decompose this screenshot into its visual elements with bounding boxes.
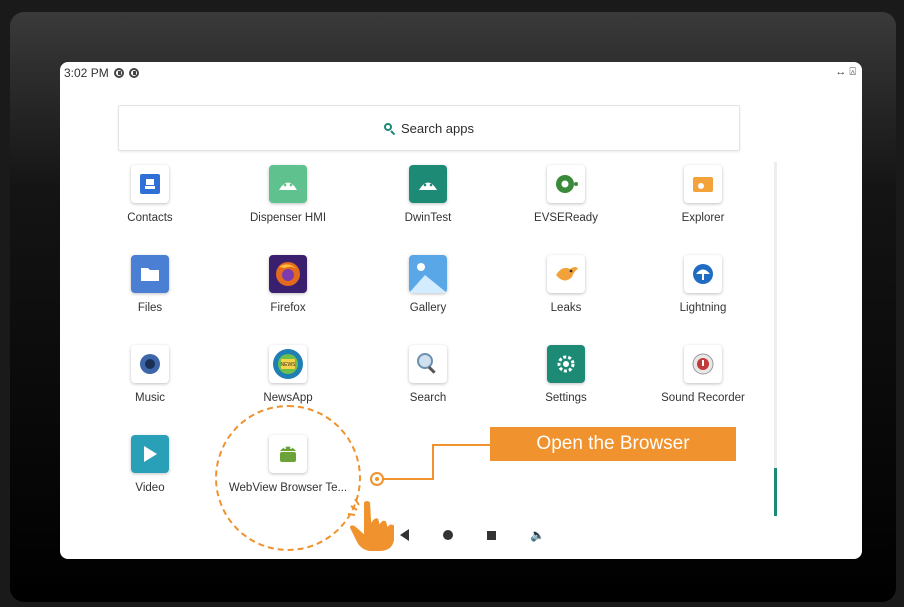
app-label: Dispenser HMI xyxy=(249,212,327,224)
app-video[interactable]: Video xyxy=(90,435,210,494)
app-label: Contacts xyxy=(127,212,173,224)
app-label: Explorer xyxy=(681,212,725,224)
status-bar: 3:02 PM xyxy=(64,66,139,80)
app-contacts[interactable]: Contacts xyxy=(90,165,210,224)
bird-icon xyxy=(547,255,585,293)
callout-connector xyxy=(383,478,433,480)
search-magnifier-icon xyxy=(409,345,447,383)
explorer-icon xyxy=(684,165,722,203)
app-dispenser-hmi[interactable]: Dispenser HMI xyxy=(228,165,348,224)
app-label: Gallery xyxy=(409,302,447,314)
callout-label: Open the Browser xyxy=(490,427,736,461)
gallery-icon xyxy=(409,255,447,293)
home-icon[interactable] xyxy=(443,530,453,540)
gear-plug-icon xyxy=(547,165,585,203)
contacts-icon xyxy=(131,165,169,203)
search-icon xyxy=(384,122,395,134)
callout-connector xyxy=(432,444,434,480)
app-label: Firefox xyxy=(270,302,306,314)
app-lightning[interactable]: Lightning xyxy=(643,255,763,314)
app-settings[interactable]: Settings xyxy=(506,345,626,404)
firefox-icon xyxy=(269,255,307,293)
svg-text:NEWS: NEWS xyxy=(281,362,297,368)
notification-icon xyxy=(113,68,124,78)
notification-icon xyxy=(128,68,139,78)
app-gallery[interactable]: Gallery xyxy=(368,255,488,314)
recorder-icon xyxy=(684,345,722,383)
lightning-icon xyxy=(684,255,722,293)
callout-anchor-dot xyxy=(370,472,384,486)
app-explorer[interactable]: Explorer xyxy=(643,165,763,224)
app-label: Leaks xyxy=(550,302,582,314)
navigation-bar: 🔈 xyxy=(400,528,545,542)
music-icon xyxy=(131,345,169,383)
app-search[interactable]: Search xyxy=(368,345,488,404)
callout-connector xyxy=(432,444,490,446)
app-label: Video xyxy=(135,482,165,494)
android-icon xyxy=(409,165,447,203)
app-label: Files xyxy=(137,302,163,314)
folder-icon xyxy=(131,255,169,293)
search-apps-label: Search apps xyxy=(401,120,474,136)
news-icon: NEWS xyxy=(269,345,307,383)
status-right-icons: ↔ ⍓ xyxy=(835,66,856,78)
app-label: NewsApp xyxy=(263,392,313,404)
app-dwintest[interactable]: DwinTest xyxy=(368,165,488,224)
status-time: 3:02 PM xyxy=(64,66,109,80)
volume-icon[interactable]: 🔈 xyxy=(530,528,545,542)
play-icon xyxy=(131,435,169,473)
highlight-circle xyxy=(215,405,361,551)
app-label: EVSEReady xyxy=(534,212,598,224)
android-icon xyxy=(269,165,307,203)
settings-icon xyxy=(547,345,585,383)
app-sound-recorder[interactable]: Sound Recorder xyxy=(643,345,763,404)
app-newsapp[interactable]: NEWS NewsApp xyxy=(228,345,348,404)
app-leaks[interactable]: Leaks xyxy=(506,255,626,314)
app-firefox[interactable]: Firefox xyxy=(228,255,348,314)
app-label: Music xyxy=(134,392,166,404)
tap-hand-icon xyxy=(347,498,396,553)
app-label: Sound Recorder xyxy=(661,392,745,404)
device-screen: 3:02 PM ↔ ⍓ Search apps Contacts Dispens… xyxy=(60,62,862,559)
app-label: DwinTest xyxy=(404,212,452,224)
app-evseready[interactable]: EVSEReady xyxy=(506,165,626,224)
search-apps-bar[interactable]: Search apps xyxy=(118,105,740,151)
recents-icon[interactable] xyxy=(487,530,496,540)
scrollbar[interactable] xyxy=(774,162,777,516)
app-music[interactable]: Music xyxy=(90,345,210,404)
app-label: Settings xyxy=(545,392,587,404)
app-label: Lightning xyxy=(679,302,727,314)
app-label: Search xyxy=(409,392,447,404)
app-files[interactable]: Files xyxy=(90,255,210,314)
scrollbar-thumb[interactable] xyxy=(774,468,777,516)
